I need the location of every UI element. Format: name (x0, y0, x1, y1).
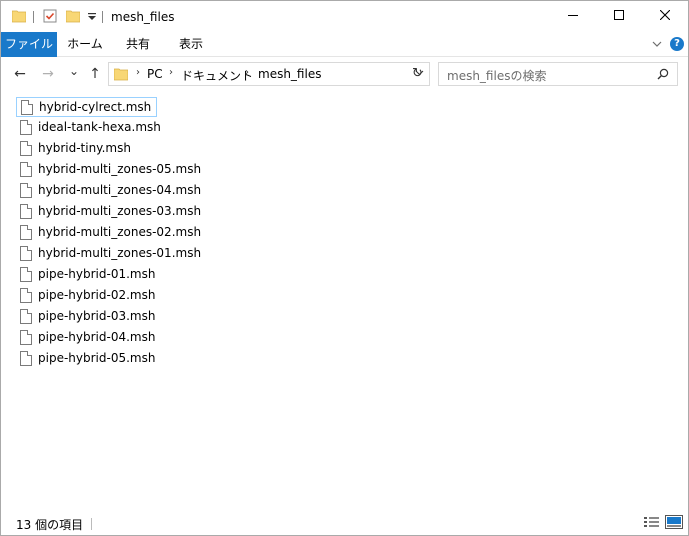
minimize-icon (568, 15, 578, 16)
refresh-button[interactable]: ↻ (406, 62, 430, 86)
file-name: hybrid-cylrect.msh (39, 100, 152, 114)
file-name: pipe-hybrid-05.msh (38, 351, 156, 365)
file-name: pipe-hybrid-02.msh (38, 288, 156, 302)
file-item[interactable]: pipe-hybrid-04.msh (16, 328, 206, 348)
properties-icon[interactable] (43, 9, 57, 23)
ribbon-tabs: ファイル ホーム 共有 表示 ? (1, 32, 688, 57)
folder-icon (114, 68, 128, 81)
status-separator (91, 518, 92, 530)
title-separator (102, 11, 103, 23)
breadcrumb-documents[interactable]: ドキュメント (181, 67, 253, 84)
file-name: pipe-hybrid-04.msh (38, 330, 156, 344)
details-view-icon[interactable] (643, 515, 661, 529)
file-item[interactable]: hybrid-multi_zones-02.msh (16, 223, 206, 243)
breadcrumb-mesh-files[interactable]: mesh_files (258, 67, 321, 81)
file-name: hybrid-multi_zones-04.msh (38, 183, 202, 197)
file-icon (20, 225, 32, 240)
file-item[interactable]: pipe-hybrid-03.msh (16, 307, 206, 327)
file-icon (20, 120, 32, 135)
file-name: hybrid-multi_zones-01.msh (38, 246, 202, 260)
maximize-icon (614, 10, 624, 20)
file-item[interactable]: hybrid-multi_zones-05.msh (16, 160, 206, 180)
minimize-button[interactable] (550, 1, 596, 32)
file-icon (20, 330, 32, 345)
tab-view[interactable]: 表示 (169, 32, 213, 57)
file-item[interactable]: hybrid-multi_zones-03.msh (16, 202, 206, 222)
file-icon (20, 141, 32, 156)
file-item[interactable]: hybrid-multi_zones-01.msh (16, 244, 206, 264)
up-button[interactable]: ↑ (85, 64, 105, 84)
file-icon (20, 183, 32, 198)
tab-share[interactable]: 共有 (116, 32, 160, 57)
window-title: mesh_files (111, 10, 175, 24)
file-item[interactable]: ideal-tank-hexa.msh (16, 118, 206, 138)
chevron-right-icon[interactable]: › (136, 67, 140, 78)
file-item[interactable]: hybrid-cylrect.msh (16, 97, 157, 117)
chevron-down-icon[interactable] (651, 38, 663, 50)
file-name: hybrid-tiny.msh (38, 141, 131, 155)
address-bar[interactable]: › PC › ドキュメント › mesh_files (108, 62, 430, 86)
explorer-window: mesh_files ファイル ホーム 共有 表示 ? ← → ⌄ ↑ › PC… (0, 0, 689, 536)
forward-button[interactable]: → (38, 64, 58, 84)
file-icon (20, 351, 32, 366)
status-bar: 13 個の項目 (1, 510, 688, 535)
tab-home[interactable]: ホーム (61, 32, 109, 57)
file-name: ideal-tank-hexa.msh (38, 120, 161, 134)
file-icon (20, 267, 32, 282)
chevron-right-icon[interactable]: › (169, 67, 173, 78)
file-icon (20, 246, 32, 261)
item-count: 13 個の項目 (16, 518, 84, 532)
file-icon (20, 309, 32, 324)
file-icon (20, 162, 32, 177)
file-name: pipe-hybrid-01.msh (38, 267, 156, 281)
file-item[interactable]: pipe-hybrid-05.msh (16, 349, 206, 369)
maximize-button[interactable] (596, 1, 642, 32)
title-separator (33, 11, 34, 23)
navigation-bar: ← → ⌄ ↑ › PC › ドキュメント › mesh_files ↻ mes… (1, 58, 688, 90)
search-icon (657, 68, 669, 80)
new-folder-icon[interactable] (66, 9, 80, 23)
recent-locations-button[interactable]: ⌄ (64, 61, 84, 81)
close-icon (659, 9, 671, 21)
file-item[interactable]: pipe-hybrid-02.msh (16, 286, 206, 306)
file-name: pipe-hybrid-03.msh (38, 309, 156, 323)
file-item[interactable]: pipe-hybrid-01.msh (16, 265, 206, 285)
search-placeholder: mesh_filesの検索 (447, 69, 547, 83)
help-icon[interactable]: ? (670, 37, 684, 51)
file-name: hybrid-multi_zones-05.msh (38, 162, 202, 176)
search-box[interactable]: mesh_filesの検索 (438, 62, 678, 86)
file-icon (20, 204, 32, 219)
file-name: hybrid-multi_zones-02.msh (38, 225, 202, 239)
title-bar: mesh_files (1, 1, 688, 32)
file-list: hybrid-cylrect.msh ideal-tank-hexa.msh hyb… (1, 90, 688, 510)
file-name: hybrid-multi_zones-03.msh (38, 204, 202, 218)
breadcrumb-pc[interactable]: PC (147, 67, 163, 81)
file-item[interactable]: hybrid-multi_zones-04.msh (16, 181, 206, 201)
folder-icon (12, 10, 26, 23)
file-icon (21, 100, 33, 115)
back-button[interactable]: ← (10, 64, 30, 84)
chevron-right-icon[interactable]: › (245, 67, 249, 78)
file-item[interactable]: hybrid-tiny.msh (16, 139, 206, 159)
close-button[interactable] (642, 1, 688, 32)
large-icons-view-icon[interactable] (665, 515, 683, 529)
tab-file[interactable]: ファイル (1, 32, 57, 57)
quick-access-dropdown-icon[interactable] (87, 9, 97, 23)
file-icon (20, 288, 32, 303)
